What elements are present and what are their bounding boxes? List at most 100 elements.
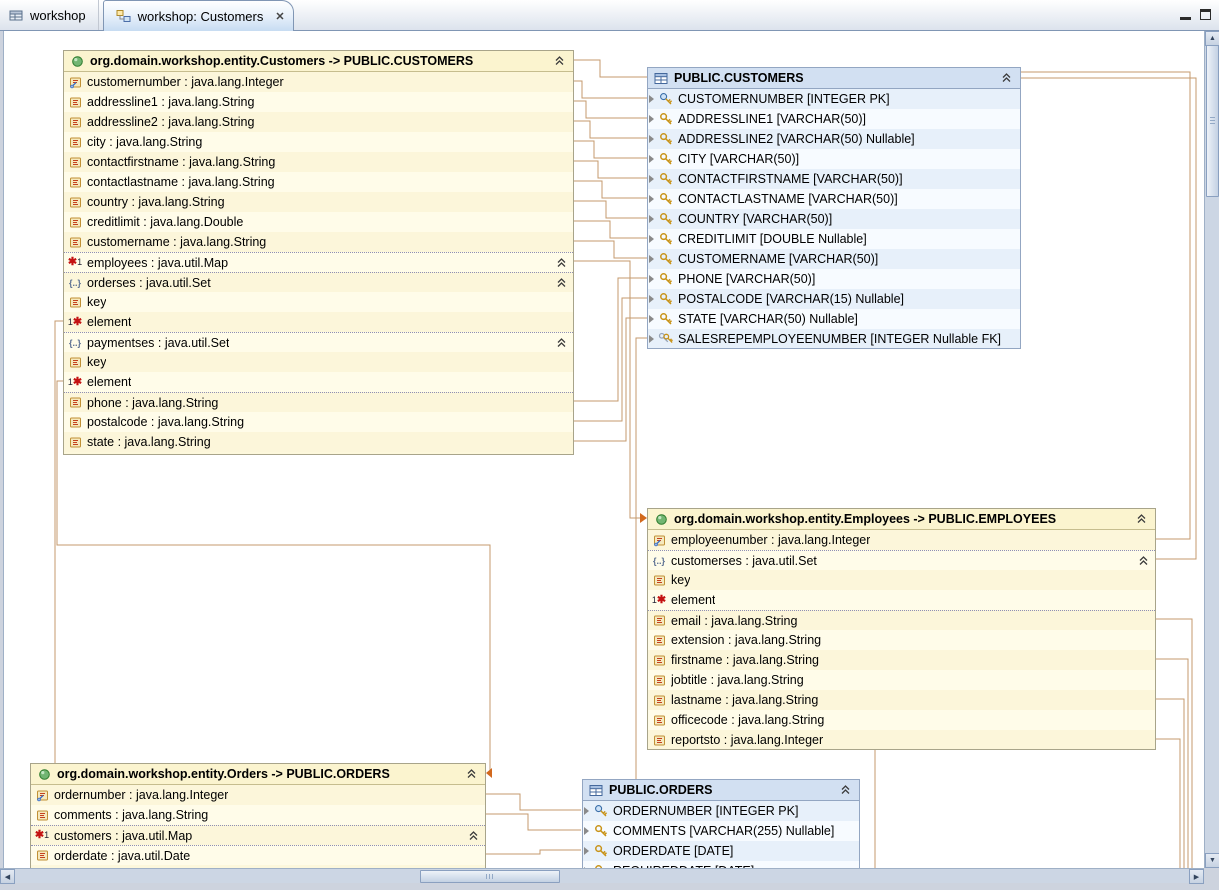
relation-line[interactable] (1021, 72, 1190, 539)
property-row[interactable]: firstname : java.lang.String (648, 650, 1155, 670)
box-header[interactable]: PUBLIC.ORDERS (583, 780, 859, 801)
relation-line[interactable] (574, 261, 640, 518)
mapping-diagram-canvas[interactable]: org.domain.workshop.entity.Customers -> … (0, 31, 1204, 868)
property-row[interactable]: contactfirstname : java.lang.String (64, 152, 573, 172)
property-row[interactable]: {..}customerses : java.util.Set (648, 550, 1155, 570)
property-row[interactable]: country : java.lang.String (64, 192, 573, 212)
property-row[interactable]: orderdate : java.util.Date (31, 845, 485, 865)
box-header[interactable]: org.domain.workshop.entity.Orders -> PUB… (31, 764, 485, 785)
column-row[interactable]: STATE [VARCHAR(50) Nullable] (648, 309, 1020, 329)
collapse-icon[interactable] (1138, 556, 1149, 566)
maximize-icon[interactable] (1200, 9, 1211, 20)
property-row[interactable]: extension : java.lang.String (648, 630, 1155, 650)
column-row[interactable]: ORDERDATE [DATE] (583, 841, 859, 861)
horizontal-scrollbar[interactable]: ◀ ▶ (0, 868, 1204, 883)
property-row[interactable]: {..}orderses : java.util.Set (64, 272, 573, 292)
property-row[interactable]: customername : java.lang.String (64, 232, 573, 252)
entity-box-employees[interactable]: org.domain.workshop.entity.Employees -> … (647, 508, 1156, 750)
scroll-left-icon[interactable]: ◀ (0, 869, 15, 884)
property-row[interactable]: phone : java.lang.String (64, 392, 573, 412)
entity-box-orders[interactable]: org.domain.workshop.entity.Orders -> PUB… (30, 763, 486, 868)
relation-line[interactable] (574, 201, 647, 218)
relation-line[interactable] (574, 60, 647, 77)
collapse-icon[interactable] (466, 769, 477, 779)
relation-line[interactable] (574, 161, 647, 178)
collapse-icon[interactable] (468, 831, 479, 841)
vertical-scrollbar[interactable]: ▲ ▼ (1204, 31, 1219, 868)
relation-line[interactable] (574, 141, 647, 158)
column-row[interactable]: CREDITLIMIT [DOUBLE Nullable] (648, 229, 1020, 249)
relation-line[interactable] (574, 101, 647, 118)
relation-line[interactable] (574, 181, 647, 198)
property-row[interactable]: contactlastname : java.lang.String (64, 172, 573, 192)
column-row[interactable]: COMMENTS [VARCHAR(255) Nullable] (583, 821, 859, 841)
relation-line[interactable] (574, 241, 647, 258)
property-row[interactable]: {..}paymentses : java.util.Set (64, 332, 573, 352)
box-header[interactable]: PUBLIC.CUSTOMERS (648, 68, 1020, 89)
property-row[interactable]: key (64, 352, 573, 372)
column-row[interactable]: PHONE [VARCHAR(50)] (648, 269, 1020, 289)
property-row[interactable]: creditlimit : java.lang.Double (64, 212, 573, 232)
relation-line[interactable] (486, 794, 581, 810)
column-row[interactable]: COUNTRY [VARCHAR(50)] (648, 209, 1020, 229)
property-row[interactable]: addressline2 : java.lang.String (64, 112, 573, 132)
relation-line[interactable] (486, 850, 581, 854)
vertical-scrollbar-thumb[interactable] (1206, 45, 1219, 197)
collapse-icon[interactable] (556, 258, 567, 268)
property-row[interactable]: postalcode : java.lang.String (64, 412, 573, 432)
column-row[interactable]: CITY [VARCHAR(50)] (648, 149, 1020, 169)
column-row[interactable]: ORDERNUMBER [INTEGER PK] (583, 801, 859, 821)
property-row[interactable]: key (64, 292, 573, 312)
property-row[interactable]: reportsto : java.lang.Integer (648, 730, 1155, 750)
scroll-up-icon[interactable]: ▲ (1205, 31, 1219, 46)
property-row[interactable]: 1✱element (64, 372, 573, 392)
property-row[interactable]: ordernumber : java.lang.Integer (31, 785, 485, 805)
collapse-icon[interactable] (554, 56, 565, 66)
column-row[interactable]: CONTACTFIRSTNAME [VARCHAR(50)] (648, 169, 1020, 189)
relation-line[interactable] (486, 814, 581, 830)
table-box-public-customers[interactable]: PUBLIC.CUSTOMERS CUSTOMERNUMBER [INTEGER… (647, 67, 1021, 349)
collapse-icon[interactable] (840, 785, 851, 795)
close-icon[interactable]: ✕ (275, 10, 284, 23)
property-row[interactable]: officecode : java.lang.String (648, 710, 1155, 730)
property-row[interactable]: key (648, 570, 1155, 590)
property-row[interactable]: jobtitle : java.lang.String (648, 670, 1155, 690)
relation-line[interactable] (574, 121, 647, 138)
column-row[interactable]: CONTACTLASTNAME [VARCHAR(50)] (648, 189, 1020, 209)
property-row[interactable]: comments : java.lang.String (31, 805, 485, 825)
collapse-icon[interactable] (556, 338, 567, 348)
column-row[interactable]: REQUIREDDATE [DATE] (583, 861, 859, 868)
entity-box-customers[interactable]: org.domain.workshop.entity.Customers -> … (63, 50, 574, 455)
collapse-icon[interactable] (1136, 514, 1147, 524)
relation-line[interactable] (574, 81, 647, 98)
column-row[interactable]: POSTALCODE [VARCHAR(15) Nullable] (648, 289, 1020, 309)
tab-workshop[interactable]: workshop (0, 0, 99, 31)
collapse-icon[interactable] (1001, 73, 1012, 83)
property-row[interactable]: lastname : java.lang.String (648, 690, 1155, 710)
relation-line[interactable] (55, 321, 63, 763)
column-row[interactable]: ADDRESSLINE1 [VARCHAR(50)] (648, 109, 1020, 129)
column-row[interactable]: CUSTOMERNAME [VARCHAR(50)] (648, 249, 1020, 269)
relation-line[interactable] (1156, 739, 1180, 868)
scroll-right-icon[interactable]: ▶ (1189, 869, 1204, 884)
property-row[interactable]: 1✱element (648, 590, 1155, 610)
column-row[interactable]: CUSTOMERNUMBER [INTEGER PK] (648, 89, 1020, 109)
tab-workshop-customers[interactable]: workshop: Customers ✕ (103, 0, 294, 31)
box-header[interactable]: org.domain.workshop.entity.Employees -> … (648, 509, 1155, 530)
relation-line[interactable] (1156, 619, 1192, 868)
property-row[interactable]: email : java.lang.String (648, 610, 1155, 630)
table-box-public-orders[interactable]: PUBLIC.ORDERS ORDERNUMBER [INTEGER PK]CO… (582, 779, 860, 868)
property-row[interactable]: employeenumber : java.lang.Integer (648, 530, 1155, 550)
collapse-icon[interactable] (556, 278, 567, 288)
minimize-icon[interactable] (1180, 9, 1191, 20)
property-row[interactable]: state : java.lang.String (64, 432, 573, 452)
relation-line[interactable] (574, 221, 647, 238)
relation-line[interactable] (1021, 78, 1196, 559)
relation-line[interactable] (1156, 659, 1188, 868)
property-row[interactable]: city : java.lang.String (64, 132, 573, 152)
scroll-down-icon[interactable]: ▼ (1205, 853, 1219, 868)
column-row[interactable]: ADDRESSLINE2 [VARCHAR(50) Nullable] (648, 129, 1020, 149)
horizontal-scrollbar-thumb[interactable] (420, 870, 560, 883)
box-header[interactable]: org.domain.workshop.entity.Customers -> … (64, 51, 573, 72)
property-row[interactable]: ✱1employees : java.util.Map (64, 252, 573, 272)
